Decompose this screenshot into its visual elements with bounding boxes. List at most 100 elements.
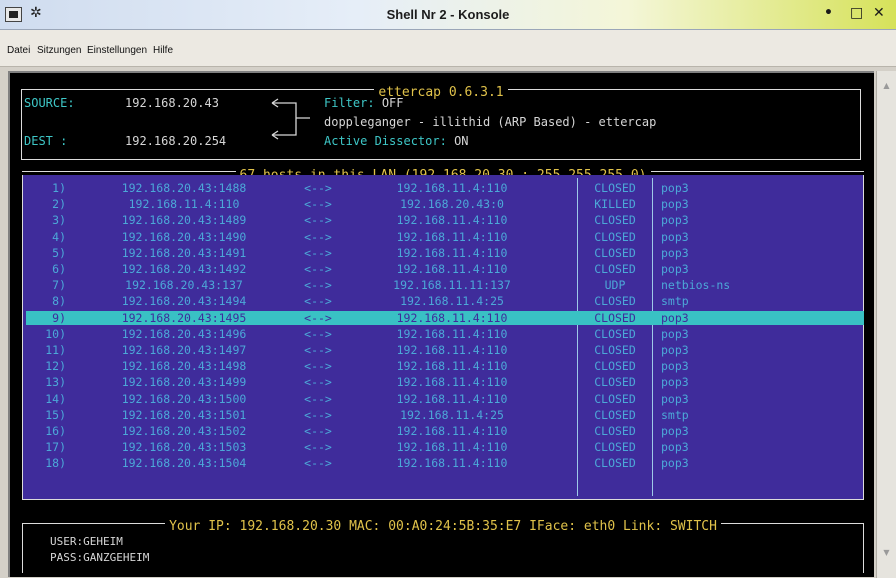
row-index: 7): [52, 278, 66, 293]
row-state: KILLED: [594, 197, 636, 212]
row-protocol: pop3: [661, 343, 689, 357]
row-direction: <-->: [304, 456, 332, 471]
row-source: 192.168.11.4:110: [128, 197, 240, 212]
connection-row[interactable]: 3) 192.168.20.43:1489 <--> 192.168.11.4:110…: [26, 213, 866, 227]
network-info: Your IP: 192.168.20.30 MAC: 00:A0:24:5B:…: [165, 519, 721, 534]
menu-sitzungen[interactable]: Sitzungen: [37, 45, 81, 56]
row-source: 192.168.20.43:1498: [121, 359, 247, 374]
row-index: 16): [45, 424, 66, 438]
row-direction: <-->: [304, 229, 332, 244]
connection-row[interactable]: 16) 192.168.20.43:1502 <--> 192.168.11.4:11…: [26, 424, 866, 438]
row-destination: 192.168.11.4:110: [396, 213, 508, 228]
row-destination: 192.168.11.11:137: [393, 278, 511, 293]
source-value: 192.168.20.43: [125, 96, 219, 110]
connection-row[interactable]: 2) 192.168.11.4:110 <--> 192.168.20.43:0 KIL…: [26, 197, 866, 211]
connection-row-selected[interactable]: 9) 192.168.20.43:1495 <--> 192.168.11.4:110…: [26, 310, 864, 325]
close-icon[interactable]: ✕: [873, 5, 885, 21]
row-protocol: pop3: [661, 440, 689, 455]
row-direction: <-->: [304, 310, 332, 325]
row-source: 192.168.20.43:1492: [121, 262, 247, 276]
connection-row[interactable]: 11) 192.168.20.43:1497 <--> 192.168.11.4:11…: [26, 343, 866, 357]
row-direction: <-->: [304, 213, 332, 228]
row-protocol: pop3: [661, 262, 689, 276]
row-state: UDP: [604, 278, 626, 293]
row-source: 192.168.20.43:1495: [121, 310, 247, 325]
maximize-icon[interactable]: □: [850, 5, 863, 21]
row-source: 192.168.20.43:1494: [121, 294, 247, 309]
row-destination: 192.168.11.4:110: [396, 326, 508, 341]
connection-row[interactable]: 17) 192.168.20.43:1503 <--> 192.168.11.4:11…: [26, 440, 866, 454]
row-state: CLOSED: [594, 262, 636, 276]
row-protocol: pop3: [661, 391, 689, 406]
filter-value: OFF: [381, 96, 404, 110]
menu-datei[interactable]: Datei: [7, 45, 30, 56]
row-source: 192.168.20.43:1501: [121, 407, 247, 422]
connection-row[interactable]: 14) 192.168.20.43:1500 <--> 192.168.11.4:11…: [26, 392, 866, 406]
row-state: CLOSED: [594, 359, 636, 374]
row-direction: <-->: [304, 440, 332, 455]
row-source: 192.168.20.43:137: [125, 278, 243, 293]
row-protocol: pop3: [661, 245, 689, 260]
row-direction: <-->: [304, 359, 332, 374]
row-index: 8): [52, 294, 66, 309]
pass-value: GANZGEHEIM: [83, 551, 150, 564]
row-state: CLOSED: [594, 391, 636, 406]
connection-row[interactable]: 1) 192.168.20.43:1488 <--> 192.168.11.4:110…: [26, 181, 866, 195]
row-direction: <-->: [304, 391, 332, 406]
row-direction: <-->: [304, 424, 332, 438]
connection-row[interactable]: 13) 192.168.20.43:1499 <--> 192.168.11.4:11…: [26, 375, 866, 389]
row-source: 192.168.20.43:1497: [121, 343, 247, 357]
row-source: 192.168.20.43:1491: [121, 245, 247, 260]
row-destination: 192.168.11.4:110: [396, 456, 508, 471]
pass-credential: PASS:GANZGEHEIM: [50, 551, 149, 564]
row-state: CLOSED: [594, 213, 636, 228]
connection-row[interactable]: 6) 192.168.20.43:1492 <--> 192.168.11.4:110…: [26, 262, 866, 276]
connection-row[interactable]: 10) 192.168.20.43:1496 <--> 192.168.11.4:11…: [26, 327, 866, 341]
row-source: 192.168.20.43:1488: [121, 181, 247, 195]
status-footer: Your IP: 192.168.20.30 MAC: 00:A0:24:5B:…: [22, 519, 864, 573]
window-title-bar[interactable]: ✲ Shell Nr 2 - Konsole • □ ✕: [0, 0, 896, 30]
connection-row[interactable]: 8) 192.168.20.43:1494 <--> 192.168.11.4:25 C…: [26, 294, 866, 308]
row-source: 192.168.20.43:1499: [121, 375, 247, 390]
row-source: 192.168.20.43:1500: [121, 391, 247, 406]
row-source: 192.168.20.43:1504: [121, 456, 247, 471]
row-index: 1): [52, 181, 66, 195]
row-index: 9): [52, 310, 66, 325]
connection-row[interactable]: 12) 192.168.20.43:1498 <--> 192.168.11.4:11…: [26, 359, 866, 373]
dissector-status: Active Dissector: ON: [324, 134, 469, 148]
row-index: 14): [45, 391, 66, 406]
menu-hilfe[interactable]: Hilfe: [153, 45, 173, 56]
connection-row[interactable]: 18) 192.168.20.43:1504 <--> 192.168.11.4:11…: [26, 456, 866, 470]
scroll-down-icon[interactable]: ▼: [880, 548, 893, 560]
row-protocol: pop3: [661, 375, 689, 390]
row-protocol: pop3: [661, 229, 689, 244]
row-direction: <-->: [304, 326, 332, 341]
user-label: USER:: [50, 535, 84, 548]
connection-row[interactable]: 15) 192.168.20.43:1501 <--> 192.168.11.4:25…: [26, 408, 866, 422]
connection-row[interactable]: 5) 192.168.20.43:1491 <--> 192.168.11.4:110…: [26, 246, 866, 260]
filter-status: Filter: OFF: [324, 96, 404, 110]
row-state: CLOSED: [594, 245, 636, 260]
row-source: 192.168.20.43:1502: [121, 424, 247, 438]
row-destination: 192.168.20.43:0: [400, 197, 504, 212]
connection-row[interactable]: 7) 192.168.20.43:137 <--> 192.168.11.11:137…: [26, 278, 866, 292]
row-protocol: pop3: [661, 326, 689, 341]
row-state: CLOSED: [594, 310, 636, 325]
dissector-value: ON: [454, 134, 469, 148]
row-state: CLOSED: [594, 294, 636, 309]
row-index: 10): [45, 326, 66, 341]
row-destination: 192.168.11.4:110: [396, 359, 508, 374]
row-state: CLOSED: [594, 456, 636, 471]
row-direction: <-->: [304, 262, 332, 276]
row-state: CLOSED: [594, 181, 636, 195]
source-label: SOURCE:: [24, 96, 75, 110]
row-protocol: pop3: [661, 310, 689, 325]
menu-einstellungen[interactable]: Einstellungen: [87, 45, 147, 56]
row-protocol: pop3: [661, 197, 689, 212]
pass-label: PASS:: [50, 551, 84, 564]
row-index: 4): [52, 229, 66, 244]
scroll-up-icon[interactable]: ▲: [880, 81, 893, 93]
connection-row[interactable]: 4) 192.168.20.43:1490 <--> 192.168.11.4:110…: [26, 230, 866, 244]
vertical-scrollbar[interactable]: ▲ ▼: [876, 71, 896, 578]
minimize-icon[interactable]: •: [824, 5, 833, 21]
